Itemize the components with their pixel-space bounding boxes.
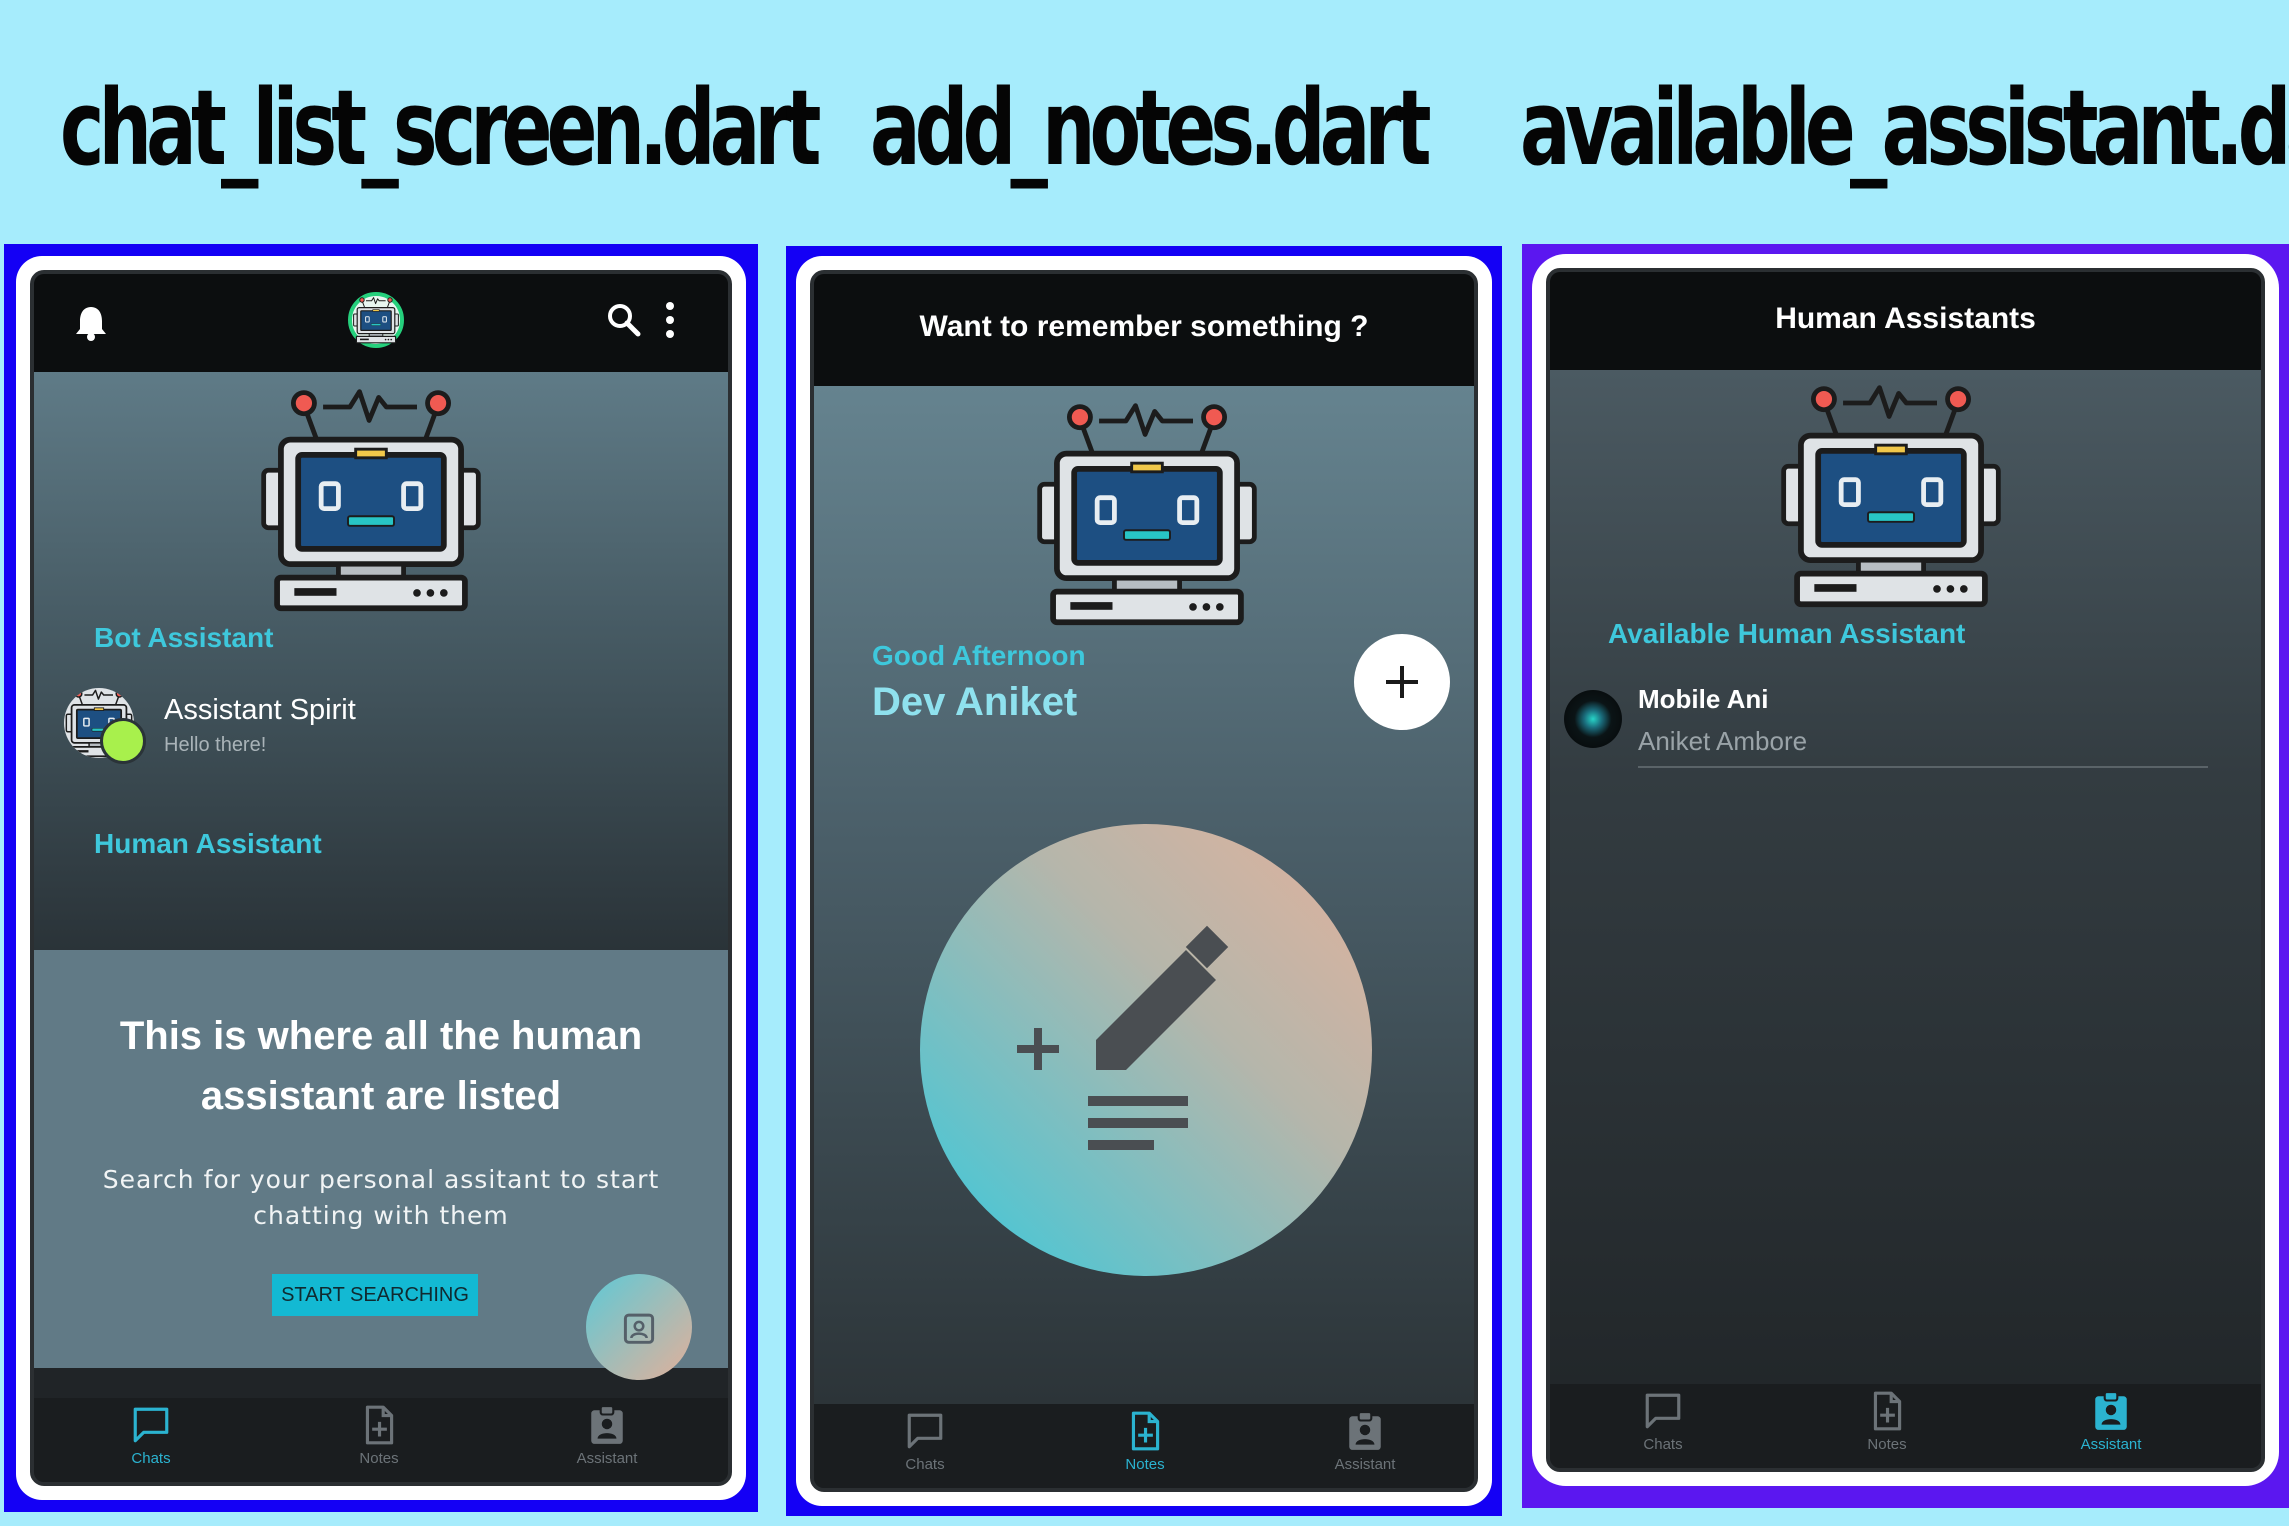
app-logo	[348, 292, 404, 348]
assistant-list-item[interactable]: Mobile Ani Aniket Ambore	[1564, 680, 2234, 770]
empty-state-subtext-line1: Search for your personal assitant to sta…	[102, 1165, 660, 1194]
robot-illustration	[1776, 380, 2006, 610]
empty-state-heading: This is where all the human assistant ar…	[34, 1006, 728, 1126]
nav-notes-label: Notes	[1125, 1456, 1165, 1473]
more-vert-icon[interactable]	[664, 300, 676, 344]
search-icon[interactable]	[606, 302, 642, 342]
nav-chats-label: Chats	[905, 1456, 945, 1473]
note-add-icon	[358, 1404, 400, 1446]
robot-illustration	[1032, 398, 1262, 628]
plus-icon	[1386, 666, 1418, 698]
bottom-nav: Chats Notes Assistant	[1550, 1384, 2261, 1468]
page-title: Want to remember something ?	[919, 310, 1369, 343]
frame-add-notes: Want to remember something ? Good Aftern…	[786, 246, 1502, 1516]
add-note-button[interactable]	[1354, 634, 1450, 730]
nav-assistant[interactable]: Assistant	[2056, 1390, 2166, 1453]
greeting: Good Afternoon	[872, 640, 1086, 671]
empty-state-heading-line2: assistant are listed	[200, 1074, 562, 1118]
human-section-title: Human Assistant	[94, 828, 322, 859]
app-bar	[34, 274, 728, 372]
nav-chats[interactable]: Chats	[1608, 1390, 1718, 1453]
app-bar: Want to remember something ?	[814, 274, 1474, 386]
phone-available-assistant: Human Assistants Available Human Assista…	[1532, 254, 2279, 1486]
file-title-add-notes: add_notes.dart	[870, 67, 1431, 189]
assistant-name: Mobile Ani	[1638, 684, 1769, 714]
chat-icon	[1642, 1390, 1684, 1432]
nav-assistant-label: Assistant	[2080, 1436, 2142, 1453]
contact-badge-icon	[622, 1308, 656, 1350]
nav-assistant[interactable]: Assistant	[1310, 1410, 1420, 1473]
empty-state-subtext: Search for your personal assitant to sta…	[34, 1162, 728, 1234]
nav-assistant-label: Assistant	[1334, 1456, 1396, 1473]
phone-chat-list: Bot Assistant Assistant Spirit Hello the…	[16, 256, 746, 1500]
divider	[1638, 766, 2208, 768]
nav-chats-label: Chats	[1643, 1436, 1683, 1453]
edit-note-icon	[1017, 925, 1229, 1150]
nav-assistant[interactable]: Assistant	[552, 1404, 662, 1467]
notes-body: Good Afternoon Dev Aniket	[814, 386, 1474, 1404]
nav-notes[interactable]: Notes	[1832, 1390, 1942, 1453]
notes-illustration-circle	[920, 824, 1372, 1276]
assistant-fab[interactable]	[586, 1274, 692, 1380]
empty-state-heading-line1: This is where all the human	[119, 1014, 643, 1058]
online-indicator	[100, 718, 146, 764]
assistant-badge-icon	[1344, 1410, 1386, 1452]
bot-name: Assistant Spirit	[164, 694, 356, 726]
bottom-nav: Chats Notes Assistant	[34, 1398, 728, 1482]
bot-section-title: Bot Assistant	[94, 622, 274, 653]
bot-section: Bot Assistant Assistant Spirit Hello the…	[34, 372, 728, 950]
nav-assistant-label: Assistant	[576, 1450, 638, 1467]
section-title: Available Human Assistant	[1608, 618, 1966, 649]
nav-chats-label: Chats	[131, 1450, 171, 1467]
avatar	[1564, 690, 1622, 748]
bot-last-message: Hello there!	[164, 734, 267, 756]
note-add-icon	[1124, 1410, 1166, 1452]
bottom-nav: Chats Notes Assistant	[814, 1404, 1474, 1488]
assistant-badge-icon	[2090, 1390, 2132, 1432]
file-title-chat-list: chat_list_screen.dart	[60, 67, 821, 189]
phone-add-notes: Want to remember something ? Good Aftern…	[796, 256, 1492, 1506]
empty-state-panel: This is where all the human assistant ar…	[34, 950, 728, 1380]
chat-icon	[904, 1410, 946, 1452]
note-add-icon	[1866, 1390, 1908, 1432]
file-title-available-assistant: available_assistant.dart	[1520, 67, 2289, 189]
screen-chat-list: Bot Assistant Assistant Spirit Hello the…	[30, 270, 732, 1486]
frame-chat-list: Bot Assistant Assistant Spirit Hello the…	[4, 244, 758, 1512]
chat-icon	[130, 1404, 172, 1446]
screen-available-assistant: Human Assistants Available Human Assista…	[1546, 268, 2265, 1472]
app-bar: Human Assistants	[1550, 272, 2261, 370]
nav-notes-label: Notes	[1867, 1436, 1907, 1453]
start-searching-button[interactable]: START SEARCHING	[272, 1274, 478, 1316]
bot-chat-item[interactable]: Assistant Spirit Hello there!	[64, 688, 664, 768]
empty-state-subtext-line2: chatting with them	[253, 1201, 509, 1230]
nav-notes-label: Notes	[359, 1450, 399, 1467]
nav-chats[interactable]: Chats	[96, 1404, 206, 1467]
nav-notes[interactable]: Notes	[324, 1404, 434, 1467]
assistant-badge-icon	[586, 1404, 628, 1446]
nav-chats[interactable]: Chats	[870, 1410, 980, 1473]
assistant-subtitle: Aniket Ambore	[1638, 726, 1808, 756]
bell-icon[interactable]	[74, 304, 108, 346]
nav-notes[interactable]: Notes	[1090, 1410, 1200, 1473]
frame-available-assistant: Human Assistants Available Human Assista…	[1522, 244, 2289, 1508]
screen-add-notes: Want to remember something ? Good Aftern…	[810, 270, 1478, 1492]
page-title: Human Assistants	[1775, 302, 2036, 335]
user-name: Dev Aniket	[872, 680, 1078, 724]
assistant-body: Available Human Assistant Mobile Ani Ani…	[1550, 370, 2261, 1384]
robot-illustration	[256, 384, 486, 614]
